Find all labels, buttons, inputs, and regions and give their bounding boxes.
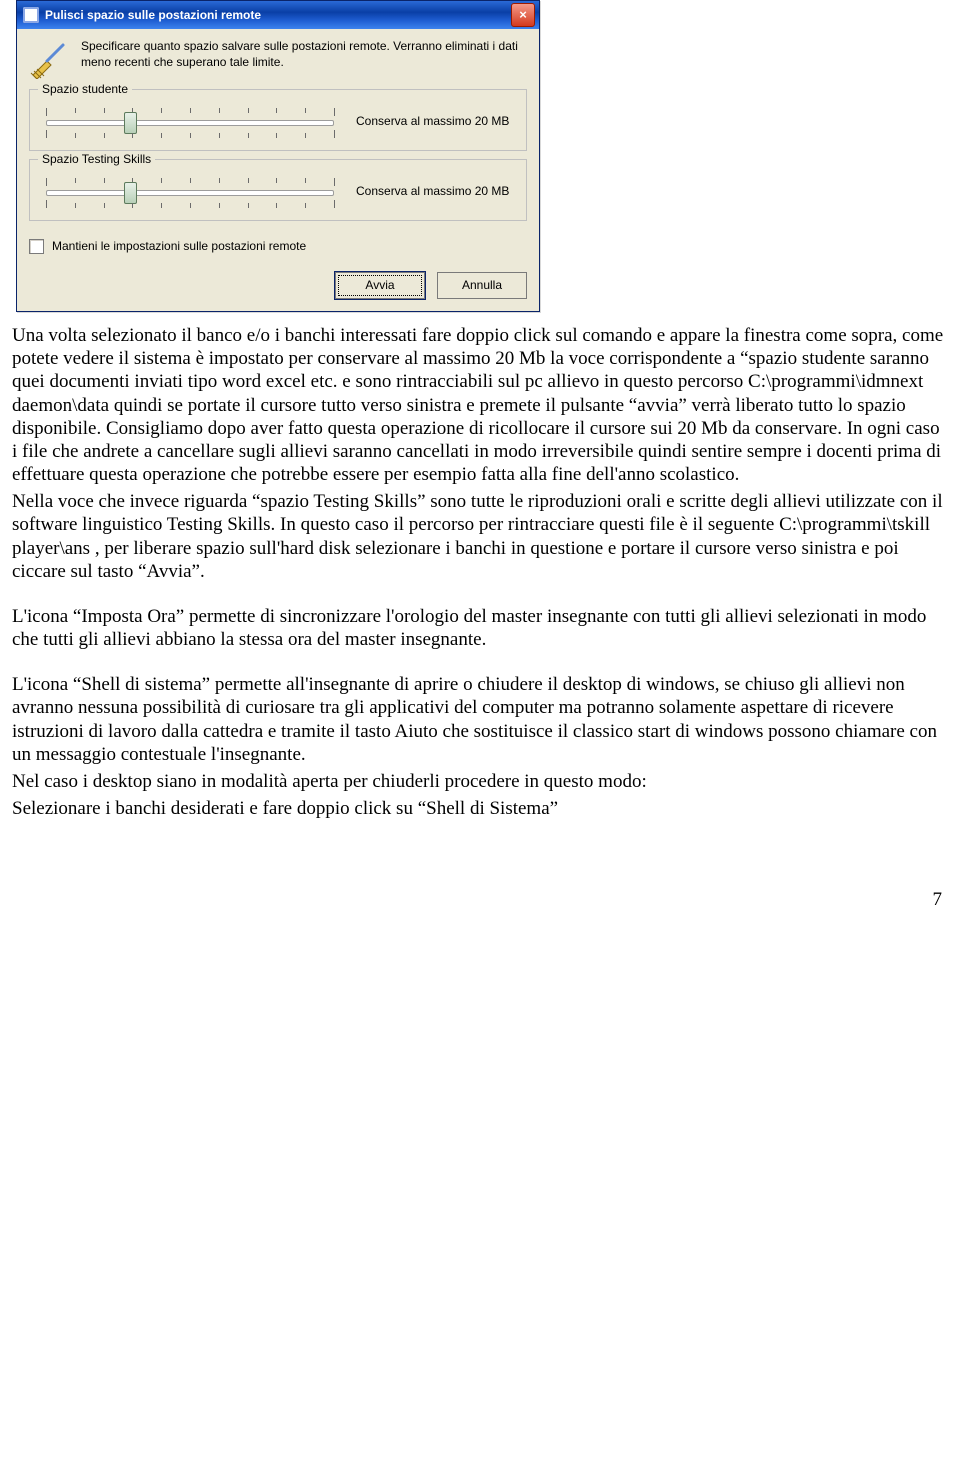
- body-paragraph: Nel caso i desktop siano in modalità ape…: [12, 770, 948, 793]
- testing-skills-legend: Spazio Testing Skills: [38, 152, 155, 167]
- start-button[interactable]: Avvia: [335, 272, 425, 299]
- cancel-button-label: Annulla: [462, 278, 502, 293]
- student-space-legend: Spazio studente: [38, 82, 132, 97]
- dialog-intro-text: Specificare quanto spazio salvare sulle …: [81, 39, 527, 79]
- student-space-group: Spazio studente Conserva al massimo 20 M…: [29, 89, 527, 151]
- body-paragraph: L'icona “Imposta Ora” permette di sincro…: [12, 605, 948, 651]
- page-number: 7: [12, 888, 948, 911]
- cleanup-dialog: Pulisci spazio sulle postazioni remote ×…: [16, 0, 540, 312]
- broom-icon: [29, 39, 69, 79]
- body-paragraph: Selezionare i banchi desiderati e fare d…: [12, 797, 948, 820]
- testing-skills-value: Conserva al massimo 20 MB: [356, 184, 509, 200]
- start-button-label: Avvia: [365, 278, 394, 293]
- body-paragraph: Nella voce che invece riguarda “spazio T…: [12, 490, 948, 583]
- testing-skills-group: Spazio Testing Skills Conserva al massim…: [29, 159, 527, 221]
- window-title: Pulisci spazio sulle postazioni remote: [45, 8, 505, 23]
- cleanup-app-icon: [23, 7, 39, 23]
- student-space-slider[interactable]: [40, 104, 340, 140]
- keep-settings-checkbox[interactable]: [29, 239, 44, 254]
- close-button[interactable]: ×: [511, 3, 535, 27]
- keep-settings-label: Mantieni le impostazioni sulle postazion…: [52, 239, 306, 254]
- cancel-button[interactable]: Annulla: [437, 272, 527, 299]
- titlebar[interactable]: Pulisci spazio sulle postazioni remote ×: [17, 1, 539, 29]
- testing-skills-slider[interactable]: [40, 174, 340, 210]
- student-space-value: Conserva al massimo 20 MB: [356, 114, 509, 130]
- body-paragraph: Una volta selezionato il banco e/o i ban…: [12, 324, 948, 486]
- body-paragraph: L'icona “Shell di sistema” permette all'…: [12, 673, 948, 766]
- close-icon: ×: [519, 7, 527, 23]
